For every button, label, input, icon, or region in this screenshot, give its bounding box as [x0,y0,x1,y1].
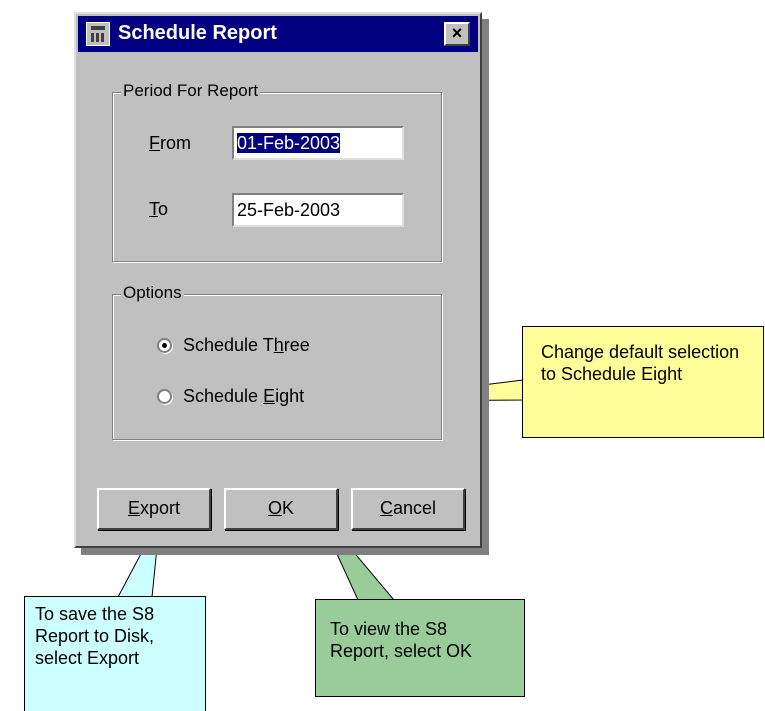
to-date-value: 25-Feb-2003 [237,200,341,220]
options-group-label: Options [121,283,184,303]
to-date-input[interactable]: 25-Feb-2003 [232,193,404,227]
export-button[interactable]: Export [97,488,211,530]
period-group-label: Period For Report [121,81,261,101]
ok-button[interactable]: OK [224,488,338,530]
window-title: Schedule Report [118,22,277,44]
close-button[interactable]: × [444,22,470,46]
radio-unchecked-icon[interactable] [157,389,172,404]
callout-export-help: To save the S8 Report to Disk, select Ex… [24,596,206,711]
to-label: To [149,199,169,219]
from-date-input[interactable]: 01-Feb-2003 [232,126,404,160]
from-label: From [149,133,191,153]
schedule-eight-label: Schedule Eight [183,386,305,406]
period-group: Period For Report From 01-Feb-2003 To 25… [112,81,442,262]
radio-schedule-three[interactable]: Schedule Three [157,335,310,356]
schedule-report-dialog: Schedule Report × Period For Report From… [74,12,482,548]
callout-default-selection: Change default selection to Schedule Eig… [522,326,764,438]
radio-checked-icon[interactable] [157,338,172,353]
callout-ok-help: To view the S8 Report, select OK [315,599,525,697]
cancel-button[interactable]: Cancel [351,488,465,530]
from-date-value: 01-Feb-2003 [237,133,341,153]
title-bar[interactable]: Schedule Report × [78,16,478,52]
schedule-three-label: Schedule Three [183,335,310,355]
radio-schedule-eight[interactable]: Schedule Eight [157,386,304,407]
app-window-icon[interactable] [86,22,110,46]
options-group: Options Schedule Three Schedule Eight [112,283,442,440]
